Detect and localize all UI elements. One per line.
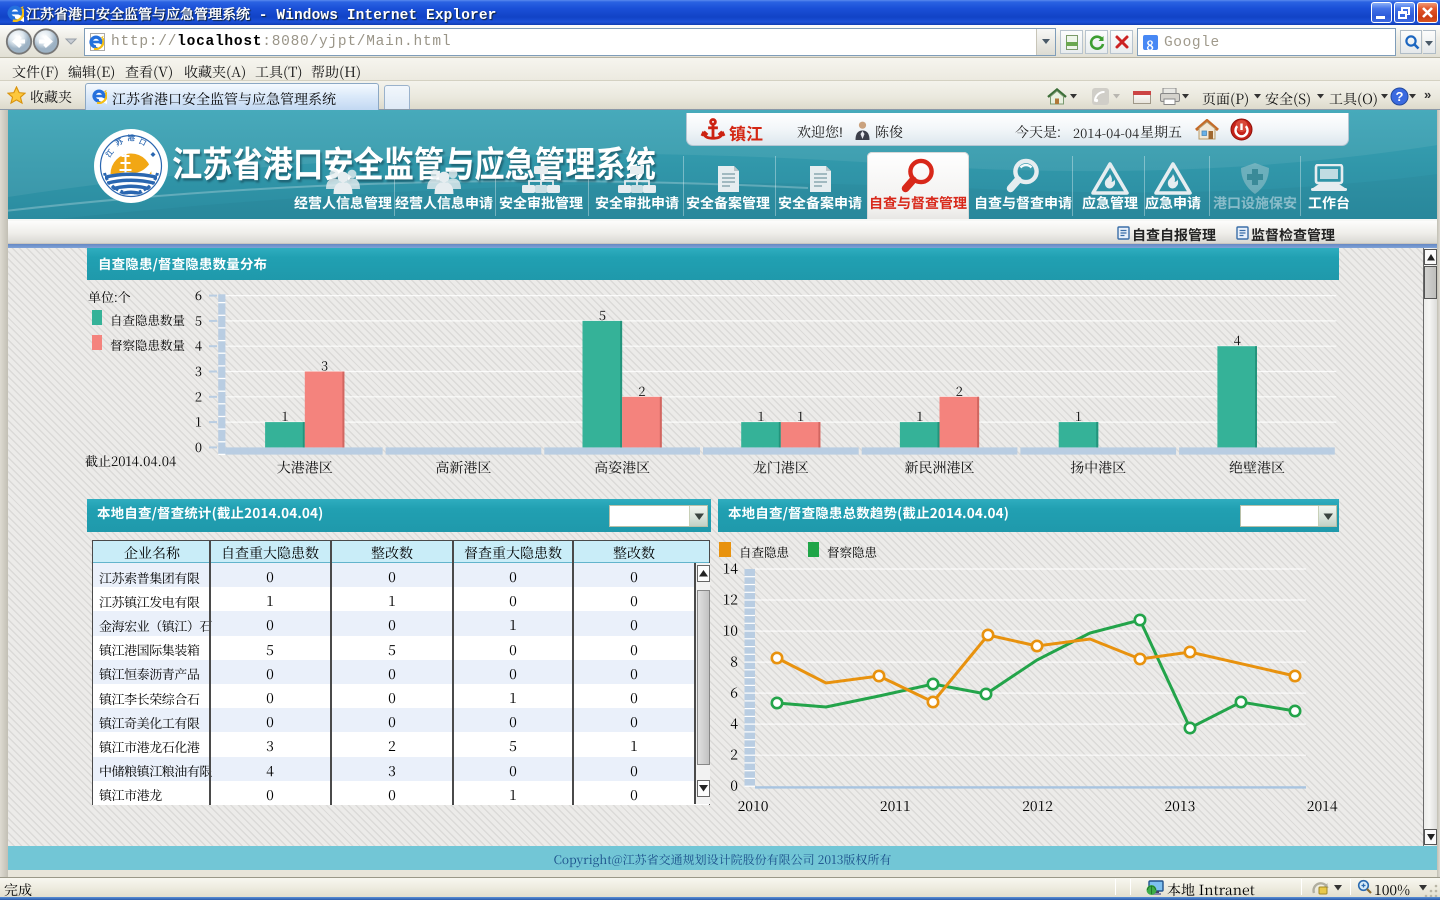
svg-text:14: 14 xyxy=(723,559,739,579)
svg-text:2012: 2012 xyxy=(1022,796,1053,816)
svg-text:8: 8 xyxy=(730,652,738,672)
svg-text:2010: 2010 xyxy=(738,796,769,816)
svg-text:6: 6 xyxy=(730,683,738,703)
svg-text:4: 4 xyxy=(730,714,738,734)
svg-text:2014: 2014 xyxy=(1307,796,1338,816)
svg-text:10: 10 xyxy=(723,621,739,641)
svg-text:0: 0 xyxy=(730,776,738,796)
svg-text:2011: 2011 xyxy=(880,796,911,816)
svg-text:2013: 2013 xyxy=(1164,796,1195,816)
svg-text:2: 2 xyxy=(730,745,738,765)
svg-text:12: 12 xyxy=(723,590,739,610)
